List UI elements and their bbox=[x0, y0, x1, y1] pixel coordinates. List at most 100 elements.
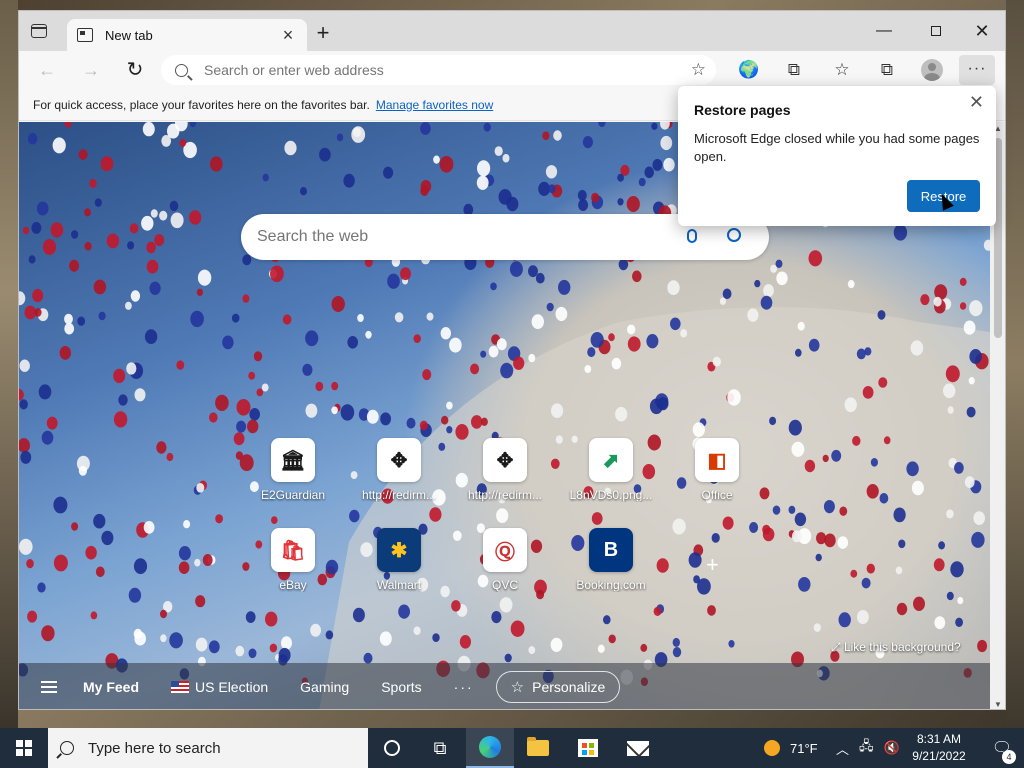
system-tray: ︿ 🖧 🔇 bbox=[836, 728, 910, 768]
quick-link-label: http://redirm... bbox=[361, 488, 437, 502]
search-icon bbox=[60, 741, 74, 755]
quick-link[interactable]: ✥ http://redirm... bbox=[455, 438, 555, 502]
microphone-icon[interactable] bbox=[687, 229, 697, 243]
close-window-button[interactable]: ✕ bbox=[959, 19, 1005, 43]
feed-tab-gaming[interactable]: Gaming bbox=[300, 679, 349, 695]
like-background-label: Like this background? bbox=[843, 640, 961, 654]
new-tab-button[interactable]: + bbox=[311, 22, 335, 44]
feed-bar: My Feed US Election Gaming Sports ··· ☆ … bbox=[19, 663, 990, 709]
taskbar-search-box[interactable]: Type here to search bbox=[48, 728, 368, 768]
taskbar-mail-button[interactable] bbox=[614, 728, 662, 768]
clock[interactable]: 8:31 AM 9/21/2022 bbox=[906, 731, 972, 765]
address-bar[interactable]: ☆ bbox=[161, 55, 716, 85]
popup-message: Microsoft Edge closed while you had some… bbox=[694, 131, 980, 164]
quick-link-label: http://redirm... bbox=[467, 488, 543, 502]
shopping-bag-icon: 🛍 bbox=[271, 528, 315, 572]
task-view-icon: ⧉ bbox=[433, 737, 447, 758]
feed-more-button[interactable]: ··· bbox=[454, 679, 474, 695]
settings-more-button[interactable]: ··· bbox=[959, 55, 995, 85]
us-flag-icon bbox=[171, 681, 190, 693]
quick-link-label: E2Guardian bbox=[260, 488, 326, 502]
quick-link[interactable]: 🏛 E2Guardian bbox=[243, 438, 343, 502]
quick-link[interactable]: B Booking.com bbox=[561, 528, 661, 592]
quick-link-label: eBay bbox=[279, 578, 307, 592]
taskbar-file-explorer-button[interactable] bbox=[514, 728, 562, 768]
taskbar-edge-button[interactable] bbox=[466, 728, 514, 768]
manage-favorites-link[interactable]: Manage favorites now bbox=[376, 98, 493, 112]
office-icon: ◧ bbox=[695, 438, 739, 482]
feed-tab-us-election[interactable]: US Election bbox=[171, 679, 268, 695]
popup-title: Restore pages bbox=[694, 102, 791, 118]
add-favorite-star-icon[interactable]: ☆ bbox=[691, 60, 706, 80]
start-button[interactable] bbox=[0, 728, 48, 768]
windows-logo-icon bbox=[16, 740, 32, 756]
move-arrows-icon: ✥ bbox=[377, 438, 421, 482]
add-quick-link-button[interactable]: + bbox=[706, 552, 719, 578]
network-icon[interactable]: 🖧 bbox=[859, 737, 874, 759]
extension-globe-icon[interactable]: 🌍 bbox=[737, 59, 761, 81]
image-icon: ⬈ bbox=[589, 438, 633, 482]
weather-temperature: 71°F bbox=[790, 740, 818, 756]
new-tab-page-icon bbox=[77, 28, 93, 42]
folder-icon bbox=[527, 737, 549, 756]
title-bar: New tab × + — ✕ bbox=[19, 11, 1005, 51]
quick-link[interactable]: ✱ Walmart bbox=[349, 528, 449, 592]
quick-link[interactable]: ⬈ L8nVDs0.png... bbox=[561, 438, 661, 502]
favorites-bar-hint: For quick access, place your favorites h… bbox=[33, 97, 370, 112]
walmart-icon: ✱ bbox=[377, 528, 421, 572]
action-center-button[interactable]: 🗨 4 bbox=[980, 728, 1024, 768]
quick-link[interactable]: Ⓠ QVC bbox=[455, 528, 555, 592]
desktop-background-right bbox=[1006, 0, 1024, 728]
notification-count-badge: 4 bbox=[1002, 750, 1016, 764]
like-background-link[interactable]: ⤢ Like this background? bbox=[831, 640, 961, 655]
minimize-button[interactable]: — bbox=[861, 19, 907, 43]
address-input[interactable] bbox=[204, 62, 716, 78]
menu-icon[interactable] bbox=[41, 681, 57, 693]
chevron-up-icon[interactable]: ︿ bbox=[836, 739, 849, 758]
quick-link[interactable]: ✥ http://redirm... bbox=[349, 438, 449, 502]
search-icon bbox=[175, 63, 188, 77]
clock-time: 8:31 AM bbox=[916, 732, 962, 746]
toolbar: ← → ↻ ☆ 🌍 ⧉ ☆ ⧉ ··· bbox=[19, 51, 1005, 89]
search-icon[interactable] bbox=[727, 228, 741, 242]
clock-date: 9/21/2022 bbox=[912, 749, 966, 763]
tab-actions-icon[interactable] bbox=[31, 24, 47, 38]
avatar bbox=[921, 59, 943, 81]
task-view-button[interactable]: ⧉ bbox=[416, 728, 464, 768]
forward-button[interactable]: → bbox=[79, 59, 103, 81]
booking-icon: B bbox=[589, 528, 633, 572]
favorites-icon[interactable]: ☆ bbox=[830, 59, 854, 81]
cortana-button[interactable] bbox=[368, 728, 416, 768]
extensions-puzzle-icon[interactable]: ⧉ bbox=[782, 59, 806, 81]
maximize-icon bbox=[931, 26, 941, 36]
personalize-label: Personalize bbox=[532, 679, 606, 695]
personalize-button[interactable]: ☆ Personalize bbox=[495, 671, 621, 703]
qvc-icon: Ⓠ bbox=[483, 528, 527, 572]
feed-tab-my-feed[interactable]: My Feed bbox=[83, 679, 139, 695]
feed-tab-label: US Election bbox=[195, 679, 269, 695]
back-button[interactable]: ← bbox=[35, 59, 59, 81]
refresh-button[interactable]: ↻ bbox=[123, 59, 147, 81]
scroll-down-icon[interactable]: ▼ bbox=[994, 700, 1002, 709]
feed-tab-sports[interactable]: Sports bbox=[381, 679, 421, 695]
taskbar-store-button[interactable] bbox=[564, 728, 612, 768]
taskbar: Type here to search ⧉ 71°F ︿ 🖧 🔇 8:31 AM… bbox=[0, 728, 1024, 768]
weather-widget[interactable]: 71°F bbox=[764, 728, 818, 768]
close-icon[interactable]: ✕ bbox=[969, 92, 984, 113]
quick-link[interactable]: 🛍 eBay bbox=[243, 528, 343, 592]
tab-close-icon[interactable]: × bbox=[279, 25, 297, 46]
quick-link-label: Office bbox=[701, 488, 733, 502]
volume-muted-icon[interactable]: 🔇 bbox=[884, 740, 900, 756]
store-icon bbox=[578, 739, 598, 757]
collections-icon[interactable]: ⧉ bbox=[875, 59, 899, 81]
star-edit-icon: ☆ bbox=[510, 679, 525, 696]
cortana-icon bbox=[384, 740, 400, 756]
maximize-button[interactable] bbox=[913, 19, 959, 43]
tab-new-tab[interactable]: New tab × bbox=[67, 19, 307, 51]
sun-icon bbox=[764, 740, 780, 756]
profile-button[interactable] bbox=[920, 59, 944, 81]
tab-title: New tab bbox=[105, 27, 153, 43]
quick-link[interactable]: ◧ Office bbox=[667, 438, 767, 502]
edge-icon bbox=[479, 736, 501, 758]
mail-icon bbox=[627, 740, 649, 756]
